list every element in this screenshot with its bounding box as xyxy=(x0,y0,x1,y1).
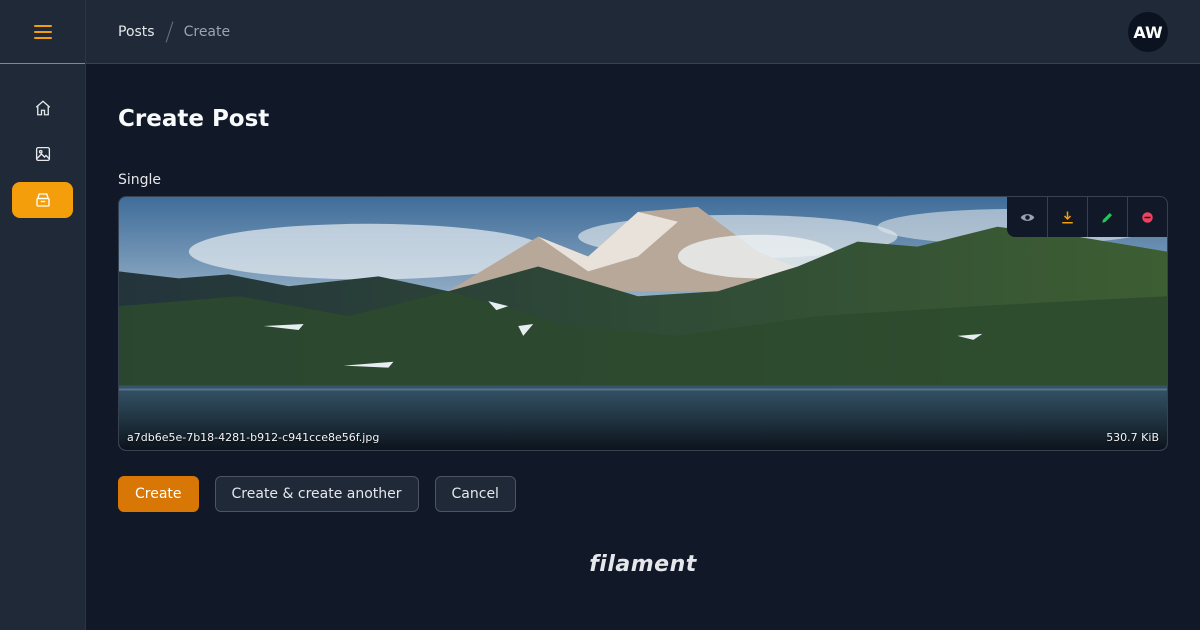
sidebar xyxy=(0,0,86,630)
view-file-button[interactable] xyxy=(1007,197,1047,237)
filament-logo: filament xyxy=(589,552,697,577)
remove-icon xyxy=(1142,211,1153,223)
sidebar-item-posts[interactable] xyxy=(12,182,73,218)
file-name: a7db6e5e-7b18-4281-b912-c941cce8e56f.jpg xyxy=(127,431,380,444)
home-icon xyxy=(35,100,50,116)
breadcrumb-posts[interactable]: Posts xyxy=(118,24,155,40)
avatar[interactable]: AW xyxy=(1128,12,1168,52)
remove-file-button[interactable] xyxy=(1127,197,1167,237)
image-icon xyxy=(35,146,50,162)
breadcrumb-separator xyxy=(165,20,173,43)
sidebar-item-media[interactable] xyxy=(12,136,73,172)
main-content: Create Post Single a7db6e5e-7b18-4281-b9… xyxy=(118,64,1168,512)
create-another-button[interactable]: Create & create another xyxy=(214,476,419,512)
download-file-button[interactable] xyxy=(1047,197,1087,237)
breadcrumb-create: Create xyxy=(183,23,231,40)
edit-file-button[interactable] xyxy=(1087,197,1127,237)
file-upload-preview[interactable]: a7db6e5e-7b18-4281-b912-c941cce8e56f.jpg… xyxy=(118,196,1168,451)
sidebar-header xyxy=(0,0,85,64)
pencil-icon xyxy=(1102,212,1112,223)
page-title: Create Post xyxy=(118,106,270,132)
eye-icon xyxy=(1020,213,1034,221)
menu-icon[interactable] xyxy=(33,24,52,39)
cancel-button[interactable]: Cancel xyxy=(434,476,516,512)
download-icon xyxy=(1062,211,1073,223)
field-label-single: Single xyxy=(118,172,162,188)
topbar: Posts Create AW xyxy=(86,0,1200,64)
sidebar-item-home[interactable] xyxy=(12,90,73,126)
form-actions: Create Create & create another Cancel xyxy=(118,476,1168,512)
file-size: 530.7 KiB xyxy=(1106,431,1159,444)
file-actions-bar xyxy=(1007,197,1167,237)
archive-box-icon xyxy=(35,193,50,207)
create-button[interactable]: Create xyxy=(118,476,199,512)
sidebar-nav xyxy=(0,90,85,218)
